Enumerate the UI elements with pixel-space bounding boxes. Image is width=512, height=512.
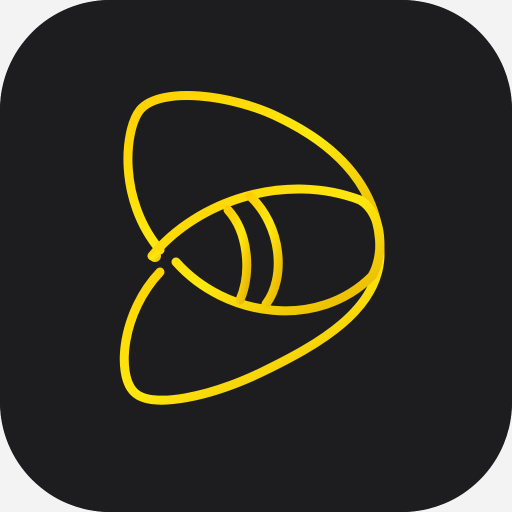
eye-tip xyxy=(149,250,161,262)
app-icon-svg xyxy=(0,0,512,512)
app-icon xyxy=(0,0,512,512)
icon-background xyxy=(0,0,512,512)
